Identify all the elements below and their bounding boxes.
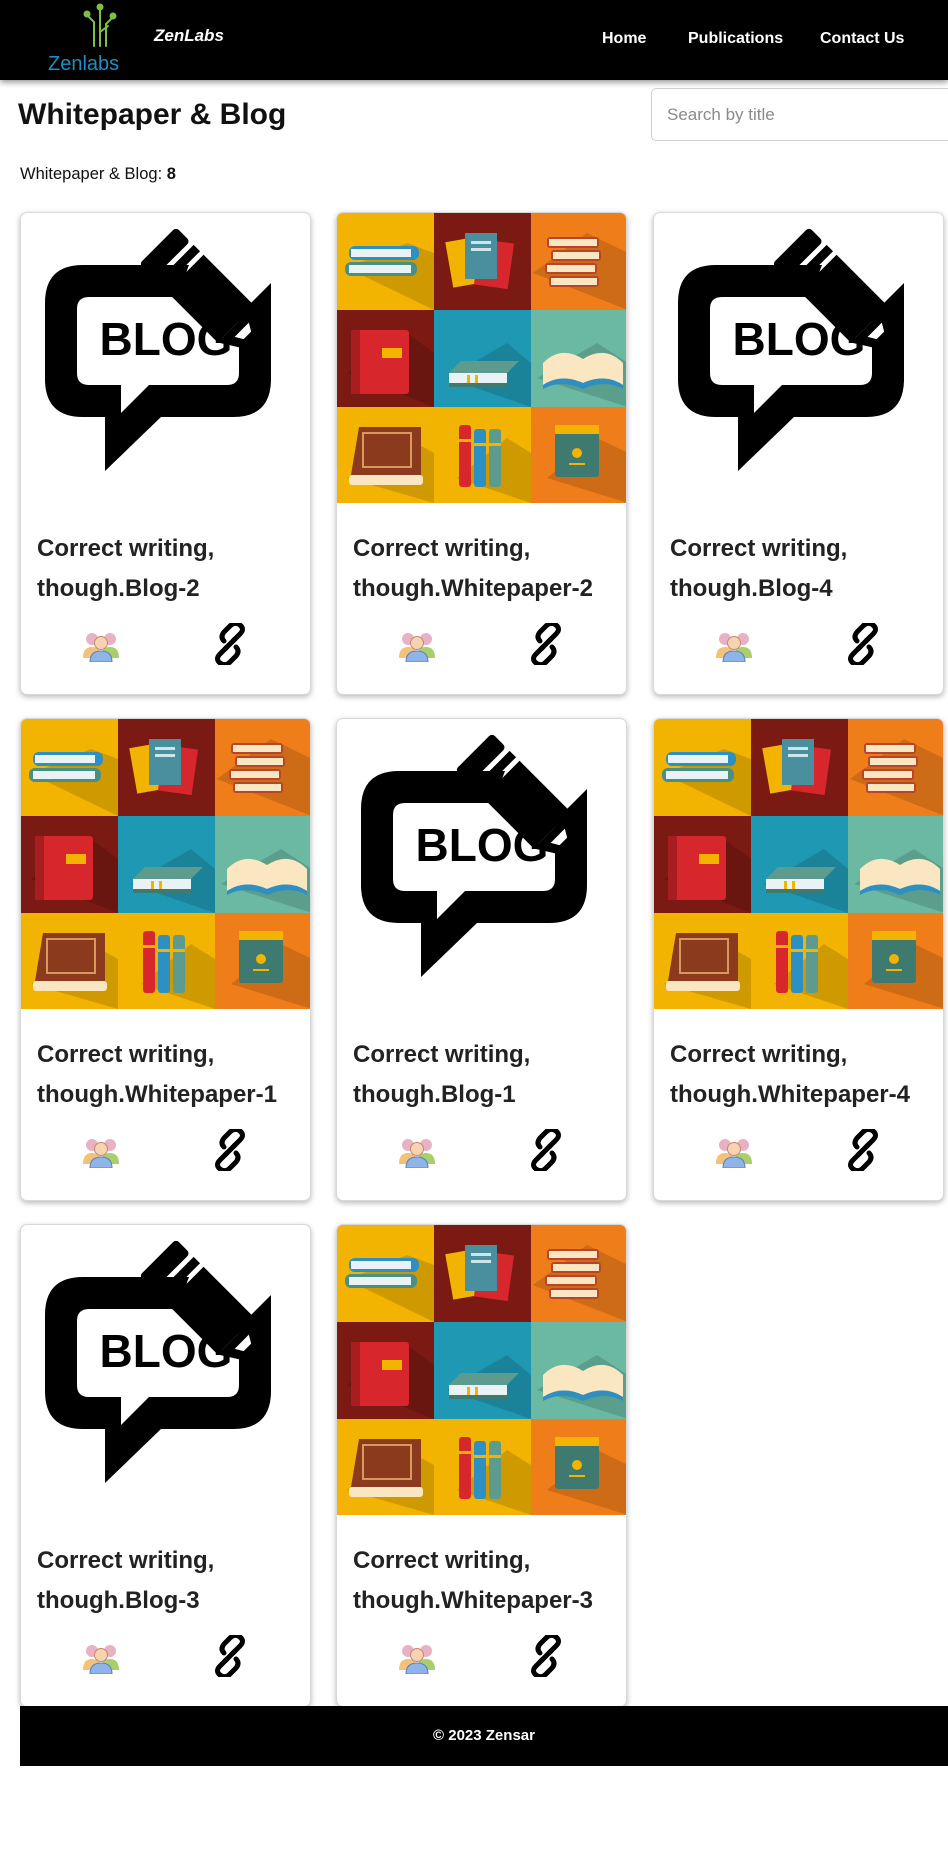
link-icon[interactable]: [842, 623, 884, 665]
blog-icon: [21, 213, 311, 503]
blog-icon: [21, 1225, 311, 1515]
result-count-label: Whitepaper & Blog:: [20, 165, 163, 183]
authors-icon[interactable]: [397, 1640, 437, 1674]
publication-card[interactable]: Correct writing, though.Blog-3: [20, 1224, 311, 1707]
publication-card[interactable]: Correct writing, though.Whitepaper-1: [20, 718, 311, 1201]
books-grid-image: [21, 719, 311, 1009]
card-title: Correct writing, though.Blog-1: [353, 1041, 531, 1108]
card-title: Correct writing, though.Blog-4: [670, 535, 848, 602]
authors-icon[interactable]: [81, 1640, 121, 1674]
publication-card[interactable]: Correct writing, though.Whitepaper-4: [653, 718, 944, 1201]
card-title: Correct writing, though.Whitepaper-4: [670, 1041, 910, 1108]
link-icon[interactable]: [525, 1129, 567, 1171]
publication-card[interactable]: Correct writing, though.Whitepaper-2: [336, 212, 627, 695]
link-icon[interactable]: [842, 1129, 884, 1171]
link-icon[interactable]: [525, 623, 567, 665]
card-title: Correct writing, though.Blog-2: [37, 535, 215, 602]
authors-icon[interactable]: [81, 1134, 121, 1168]
nav-publications[interactable]: Publications: [688, 30, 783, 48]
footer: © 2023 Zensar: [20, 1706, 948, 1766]
nav-contact-us[interactable]: Contact Us: [820, 30, 904, 48]
authors-icon[interactable]: [397, 1134, 437, 1168]
publication-card[interactable]: Correct writing, though.Blog-2: [20, 212, 311, 695]
brand-name[interactable]: ZenLabs: [154, 26, 224, 46]
zenlabs-logo[interactable]: Zenlabs: [46, 2, 132, 76]
books-grid-image: [654, 719, 944, 1009]
link-icon[interactable]: [525, 1635, 567, 1677]
authors-icon[interactable]: [397, 628, 437, 662]
link-icon[interactable]: [209, 1129, 251, 1171]
books-grid-image: [337, 213, 627, 503]
authors-icon[interactable]: [714, 628, 754, 662]
books-grid-image: [337, 1225, 627, 1515]
logo-text: Zenlabs: [48, 53, 119, 75]
card-title: Correct writing, though.Blog-3: [37, 1547, 215, 1614]
card-title: Correct writing, though.Whitepaper-2: [353, 535, 593, 602]
publication-card[interactable]: Correct writing, though.Whitepaper-3: [336, 1224, 627, 1707]
link-icon[interactable]: [209, 623, 251, 665]
authors-icon[interactable]: [714, 1134, 754, 1168]
result-count: Whitepaper & Blog: 8: [20, 165, 176, 184]
publication-card[interactable]: Correct writing, though.Blog-4: [653, 212, 944, 695]
page-title: Whitepaper & Blog: [18, 98, 287, 131]
nav-home[interactable]: Home: [602, 30, 646, 48]
publication-card[interactable]: Correct writing, though.Blog-1: [336, 718, 627, 1201]
copyright-text: © 2023 Zensar: [433, 1727, 535, 1744]
link-icon[interactable]: [209, 1635, 251, 1677]
blog-icon: [337, 719, 627, 1009]
authors-icon[interactable]: [81, 628, 121, 662]
card-title: Correct writing, though.Whitepaper-1: [37, 1041, 277, 1108]
search-input[interactable]: [651, 88, 948, 141]
blog-icon: [654, 213, 944, 503]
card-title: Correct writing, though.Whitepaper-3: [353, 1547, 593, 1614]
result-count-value: 8: [166, 165, 176, 183]
navbar: Zenlabs ZenLabs Home Publications Contac…: [0, 0, 948, 80]
